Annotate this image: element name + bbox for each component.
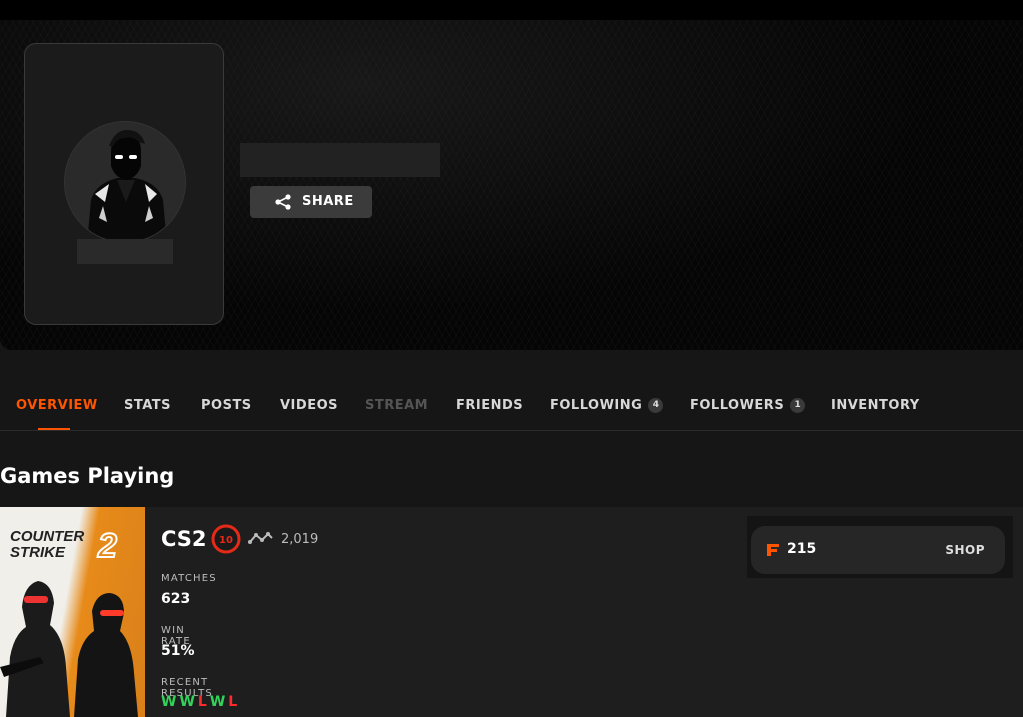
matches-value: 623: [161, 591, 191, 607]
tab-followers[interactable]: FOLLOWERS 1: [690, 398, 806, 413]
games-section-title: Games Playing: [0, 464, 175, 488]
svg-text:10: 10: [219, 535, 233, 546]
recent-results: W W L W L: [161, 694, 237, 710]
matches-label: MATCHES: [161, 573, 217, 584]
share-icon: [275, 194, 291, 210]
tab-overview[interactable]: OVERVIEW: [16, 398, 98, 413]
tab-following[interactable]: FOLLOWING 4: [550, 398, 664, 413]
game-name: CS2: [161, 527, 207, 551]
elo-value: 2,019: [281, 532, 319, 547]
tab-stream[interactable]: STREAM: [365, 398, 428, 413]
following-count-badge: 4: [648, 398, 664, 413]
share-label: SHARE: [302, 194, 354, 209]
skill-level-10-icon: 10: [211, 524, 241, 554]
svg-text:COUNTER: COUNTER: [10, 528, 84, 545]
svg-text:2: 2: [97, 527, 117, 565]
profile-card: [24, 43, 224, 325]
avatar[interactable]: [64, 121, 186, 243]
elo-graph-icon: [248, 532, 273, 544]
result-item: W: [179, 694, 195, 710]
share-button[interactable]: SHARE: [250, 186, 372, 218]
game-cover-image[interactable]: COUNTER STRIKE 2: [0, 507, 145, 717]
tab-inventory[interactable]: INVENTORY: [831, 398, 920, 413]
shop-label: SHOP: [945, 543, 985, 557]
faceit-points-icon: [767, 544, 779, 556]
game-card-cs2: COUNTER STRIKE 2 CS2 10 2,019 MATCHES 62…: [0, 507, 1023, 717]
tab-friends[interactable]: FRIENDS: [456, 398, 523, 413]
tab-posts[interactable]: POSTS: [201, 398, 252, 413]
cs2-cover-art: COUNTER STRIKE 2: [0, 526, 138, 717]
profile-tabs: OVERVIEW STATS POSTS VIDEOS STREAM FRIEN…: [0, 388, 1023, 431]
tab-videos[interactable]: VIDEOS: [280, 398, 338, 413]
followers-count-badge: 1: [790, 398, 806, 413]
points-value: 215: [787, 541, 817, 557]
avatar-silhouette-icon: [65, 122, 185, 242]
result-item: L: [228, 694, 238, 710]
result-item: W: [209, 694, 226, 710]
active-tab-indicator: [38, 428, 70, 430]
result-item: W: [161, 694, 177, 710]
nickname-placeholder: [240, 143, 440, 177]
tab-stats[interactable]: STATS: [124, 398, 171, 413]
result-item: L: [197, 694, 207, 710]
svg-text:STRIKE: STRIKE: [10, 544, 66, 561]
username-placeholder: [77, 239, 173, 264]
win-rate-value: 51%: [161, 643, 195, 659]
shop-button[interactable]: 215 SHOP: [751, 526, 1005, 574]
points-shop-panel: 215 SHOP: [747, 516, 1013, 578]
